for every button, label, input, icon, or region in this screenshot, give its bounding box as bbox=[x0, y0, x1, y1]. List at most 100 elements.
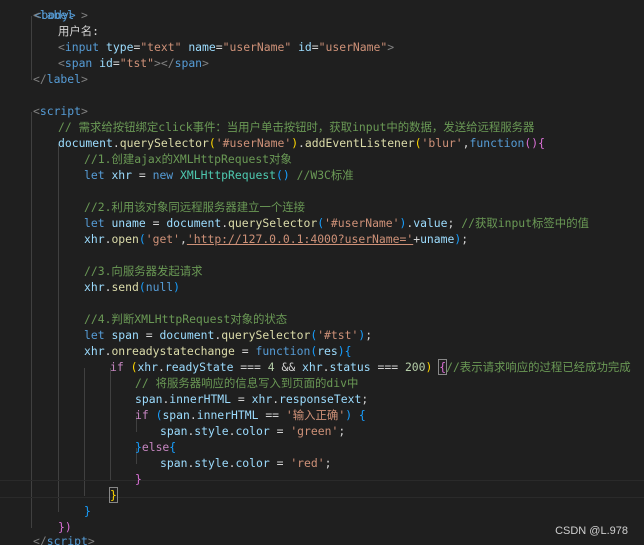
code-token: > bbox=[81, 72, 88, 86]
code-line: span.style.color = 'red'; bbox=[160, 455, 331, 471]
code-url-link[interactable]: 'http://127.0.0.1:4000?userName=' bbox=[187, 232, 413, 246]
code-token: span bbox=[174, 56, 203, 70]
code-token: new bbox=[152, 168, 174, 182]
code-token: == bbox=[258, 408, 286, 422]
code-comment: // 需求给按钮绑定click事件：当用户单击按钮时，获取input中的数据，发… bbox=[58, 120, 535, 134]
code-line: } bbox=[135, 471, 142, 487]
matched-bracket: } bbox=[109, 487, 118, 503]
code-token: xhr bbox=[84, 280, 105, 294]
code-comment: //4.判断XMLHttpRequest对象的状态 bbox=[84, 312, 288, 326]
code-token: else bbox=[141, 440, 170, 454]
code-token: XMLHttpRequest bbox=[180, 168, 277, 182]
code-token: function bbox=[255, 344, 311, 358]
code-token: if bbox=[135, 408, 149, 422]
code-line: </script> bbox=[33, 533, 95, 545]
code-line: //3.向服务器发起请求 bbox=[84, 263, 203, 279]
code-token: , bbox=[180, 232, 187, 246]
code-token: xhr bbox=[137, 360, 159, 374]
code-token: ; bbox=[361, 392, 369, 406]
code-token: document bbox=[166, 216, 222, 230]
code-token: = bbox=[311, 40, 319, 54]
code-token: = bbox=[231, 392, 252, 406]
code-token: null bbox=[145, 280, 174, 294]
code-token: label bbox=[39, 8, 75, 22]
code-token: addEventListener bbox=[304, 136, 415, 150]
code-token: readyState bbox=[164, 360, 234, 374]
code-line: //1.创建ajax的XMLHttpRequest对象 bbox=[84, 151, 292, 167]
code-token: span bbox=[162, 408, 190, 422]
code-comment: // 将服务器响应的信息写入到页面的div中 bbox=[135, 376, 359, 390]
indent-guide bbox=[31, 16, 32, 80]
code-line: let uname = document.querySelector('#use… bbox=[84, 215, 589, 231]
code-line: xhr.open('get','http://127.0.0.1:4000?us… bbox=[84, 231, 468, 247]
code-line: 用户名: bbox=[58, 23, 99, 39]
code-token: span bbox=[160, 456, 188, 470]
code-token: span bbox=[64, 56, 93, 70]
code-comment: //表示请求响应的过程已经成功完成 bbox=[446, 360, 631, 374]
code-token: label bbox=[46, 72, 82, 86]
code-token: xhr bbox=[251, 392, 273, 406]
code-token: = bbox=[112, 56, 120, 70]
code-line: let xhr = new XMLHttpRequest() //W3C标准 bbox=[84, 167, 354, 183]
code-token: '#tst' bbox=[317, 328, 359, 342]
code-token: querySelector bbox=[228, 216, 318, 230]
code-line: </label> bbox=[33, 71, 88, 87]
code-token: uname bbox=[111, 216, 146, 230]
code-token: let bbox=[84, 328, 105, 342]
code-token: ( bbox=[138, 232, 146, 246]
code-token: ; bbox=[365, 328, 373, 342]
code-token: . bbox=[189, 408, 197, 422]
code-token: = bbox=[132, 168, 153, 182]
code-token: ){ bbox=[337, 344, 352, 358]
code-token: span bbox=[160, 424, 188, 438]
code-token: innerHTML bbox=[196, 408, 259, 422]
code-token: , bbox=[462, 136, 470, 150]
code-token: < bbox=[58, 56, 65, 70]
code-token: color bbox=[235, 424, 270, 438]
code-token: < bbox=[33, 104, 40, 118]
code-token: 'get' bbox=[145, 232, 181, 246]
code-token: 200 bbox=[404, 360, 426, 374]
code-token: > bbox=[87, 534, 95, 545]
code-token: color bbox=[235, 456, 270, 470]
code-line: // 将服务器响应的信息写入到页面的div中 bbox=[135, 375, 358, 391]
code-token: }) bbox=[58, 520, 72, 534]
code-token: "tst" bbox=[119, 56, 155, 70]
code-token: onreadystatechange bbox=[111, 344, 235, 358]
code-line: if (span.innerHTML == '输入正确') { bbox=[135, 407, 366, 423]
code-token: input bbox=[64, 40, 100, 54]
code-token: "userName" bbox=[318, 40, 388, 54]
code-token: xhr bbox=[84, 232, 105, 246]
code-line: <span id="tst"></span> bbox=[58, 55, 209, 71]
code-token: responseText bbox=[279, 392, 362, 406]
code-token: { bbox=[169, 440, 177, 454]
code-token: (){ bbox=[524, 136, 545, 150]
code-token: ; bbox=[447, 216, 462, 230]
code-token: id bbox=[99, 56, 113, 70]
code-token: </ bbox=[33, 72, 47, 86]
code-token: 用户名: bbox=[58, 24, 100, 38]
code-token: "text" bbox=[140, 40, 182, 54]
code-comment: //3.向服务器发起请求 bbox=[84, 264, 203, 278]
code-token: script bbox=[39, 104, 82, 118]
code-token: let bbox=[84, 216, 105, 230]
indent-guide bbox=[110, 368, 111, 480]
code-token: </ bbox=[33, 534, 47, 545]
code-line: } bbox=[84, 503, 91, 519]
code-token: xhr bbox=[302, 360, 323, 374]
code-line: //2.利用该对象同远程服务器建立一个连接 bbox=[84, 199, 305, 215]
code-token: () bbox=[276, 168, 290, 182]
code-token: . bbox=[158, 360, 165, 374]
code-editor[interactable]: <body> <label > 用户名: <input type="text" … bbox=[0, 0, 644, 545]
code-token: document bbox=[159, 328, 215, 342]
code-token: ; bbox=[461, 232, 469, 246]
code-line: <input type="text" name="userName" id="u… bbox=[58, 39, 394, 55]
code-token: uname bbox=[420, 232, 455, 246]
code-token: style bbox=[194, 456, 229, 470]
code-token: } bbox=[135, 472, 142, 486]
code-line: <body> bbox=[7, 0, 75, 22]
code-line: // 需求给按钮绑定click事件：当用户单击按钮时，获取input中的数据，发… bbox=[58, 119, 534, 135]
code-line: } bbox=[109, 487, 118, 503]
code-line: span.style.color = 'green'; bbox=[160, 423, 345, 439]
